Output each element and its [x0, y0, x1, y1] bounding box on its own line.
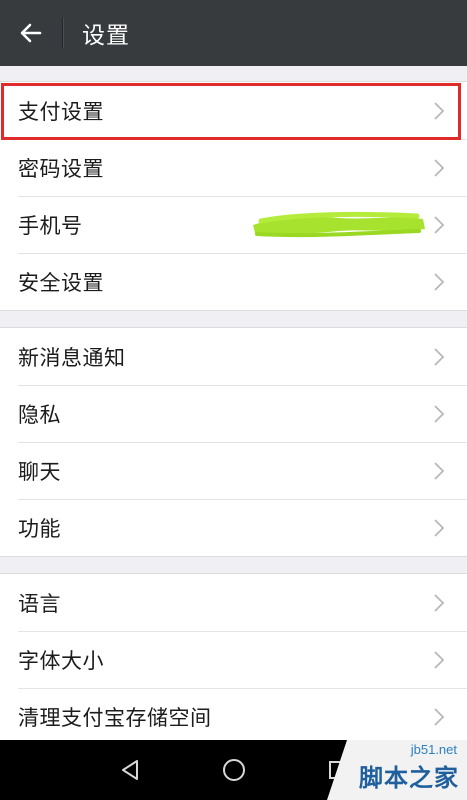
settings-item-label: 安全设置: [18, 270, 104, 295]
settings-item-phone[interactable]: 手机号: [0, 196, 467, 253]
watermark-url: jb51.net: [410, 742, 457, 757]
chevron-right-icon: [434, 461, 445, 480]
settings-group-misc: 语言 字体大小 清理支付宝存储空间: [0, 573, 467, 746]
chevron-right-icon: [434, 650, 445, 669]
title-divider: [62, 18, 64, 48]
chevron-right-icon: [434, 707, 445, 726]
page-title: 设置: [82, 23, 130, 49]
arrow-left-icon: [20, 23, 42, 43]
nav-home-button[interactable]: [182, 740, 286, 800]
settings-item-font-size[interactable]: 字体大小: [0, 631, 467, 688]
system-nav-bar: jb51.net 脚本之家: [0, 740, 467, 800]
home-circle-icon: [222, 759, 245, 781]
settings-item-label: 隐私: [18, 402, 61, 427]
settings-item-label: 功能: [18, 516, 61, 541]
settings-item-label: 新消息通知: [18, 345, 126, 370]
chevron-right-icon: [434, 272, 445, 291]
settings-group-account: 支付设置 密码设置 手机号 安全设置: [0, 81, 467, 311]
back-triangle-icon: [121, 760, 138, 780]
settings-item-features[interactable]: 功能: [0, 499, 467, 556]
top-app-bar: 设置: [0, 0, 467, 66]
settings-content: 支付设置 密码设置 手机号 安全设置 新消息通知 隐私 聊天 功能 语言 字体大…: [0, 66, 467, 746]
chevron-right-icon: [434, 215, 445, 234]
settings-item-label: 支付设置: [18, 99, 104, 124]
chevron-right-icon: [434, 158, 445, 177]
recents-square-icon: [328, 761, 347, 779]
settings-item-label: 密码设置: [18, 156, 104, 181]
chevron-right-icon: [434, 404, 445, 423]
settings-item-clear-storage[interactable]: 清理支付宝存储空间: [0, 688, 467, 745]
settings-item-language[interactable]: 语言: [0, 574, 467, 631]
nav-back-button[interactable]: [78, 740, 182, 800]
settings-item-notifications[interactable]: 新消息通知: [0, 328, 467, 385]
settings-item-password[interactable]: 密码设置: [0, 139, 467, 196]
settings-item-chat[interactable]: 聊天: [0, 442, 467, 499]
settings-item-label: 语言: [18, 591, 61, 616]
nav-recents-button[interactable]: [286, 740, 390, 800]
chevron-right-icon: [434, 593, 445, 612]
settings-item-label: 清理支付宝存储空间: [18, 705, 212, 730]
back-button[interactable]: [0, 0, 62, 66]
settings-item-security[interactable]: 安全设置: [0, 253, 467, 310]
settings-item-label: 手机号: [18, 213, 83, 238]
settings-group-general: 新消息通知 隐私 聊天 功能: [0, 327, 467, 557]
settings-item-label: 聊天: [18, 459, 61, 484]
settings-item-privacy[interactable]: 隐私: [0, 385, 467, 442]
chevron-right-icon: [434, 347, 445, 366]
chevron-right-icon: [434, 101, 445, 120]
redaction-mark: [253, 211, 425, 238]
chevron-right-icon: [434, 518, 445, 537]
settings-item-label: 字体大小: [18, 648, 104, 673]
settings-item-payment[interactable]: 支付设置: [0, 82, 467, 139]
